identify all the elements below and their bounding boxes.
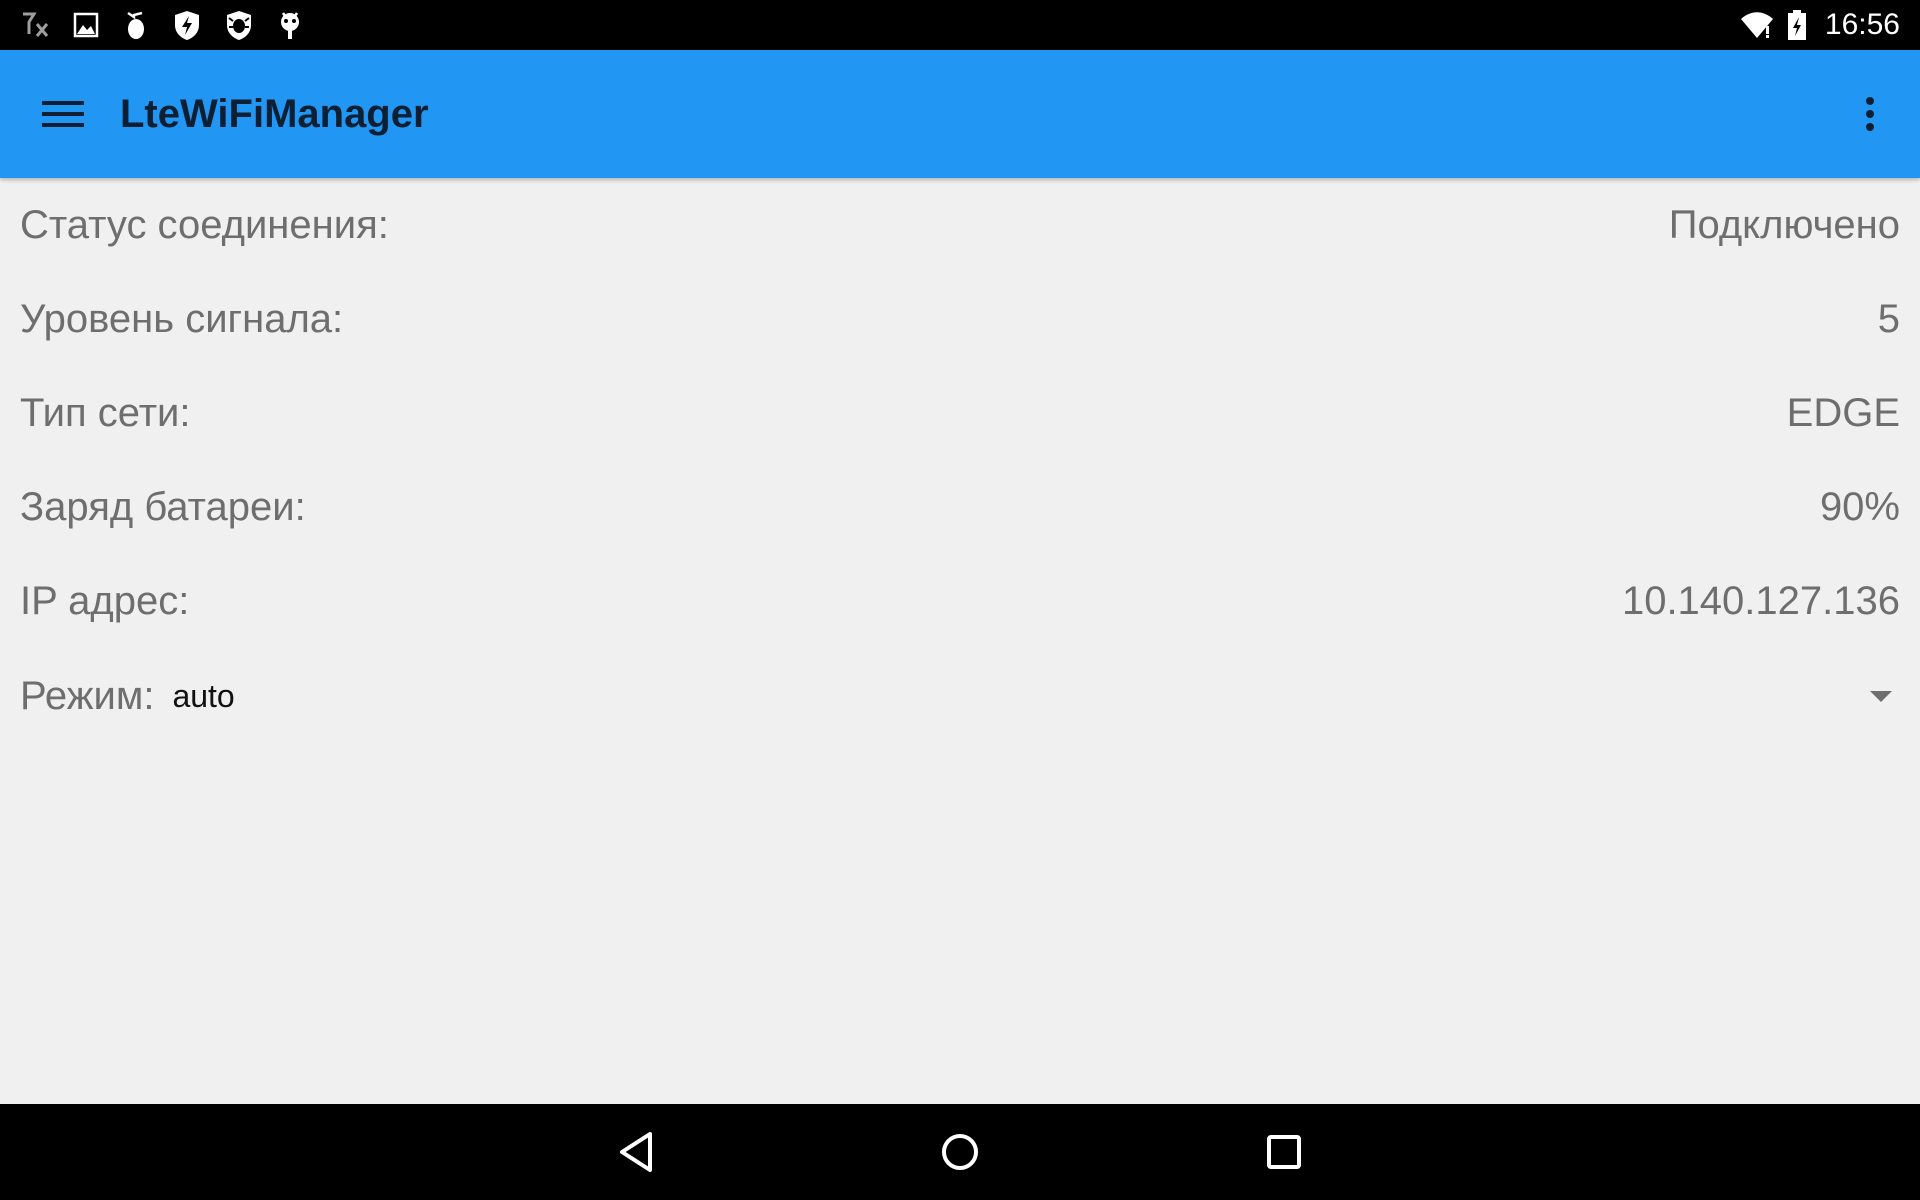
mode-label: Режим:: [20, 673, 155, 718]
navigation-bar: [0, 1104, 1920, 1200]
fire-extinguisher-icon: [122, 9, 150, 41]
signal-level-label: Уровень сигнала:: [20, 296, 344, 341]
notification-icons: [20, 0, 304, 50]
network-type-row: Тип сети: EDGE: [20, 383, 1900, 443]
image-icon: [72, 11, 100, 39]
mode-spinner[interactable]: auto: [172, 666, 1900, 726]
mode-row: Режим: auto: [20, 666, 1900, 726]
screen: 16:56 LteWiFiManager Статус соединения: …: [0, 0, 1920, 1200]
mode-selected-value: auto: [172, 677, 235, 714]
home-button[interactable]: [910, 1104, 1010, 1200]
recents-icon: [1267, 1135, 1301, 1169]
hamburger-menu-icon: [42, 101, 84, 127]
battery-row: Заряд батареи: 90%: [20, 477, 1900, 537]
overflow-menu-button[interactable]: [1840, 80, 1900, 148]
back-button[interactable]: [586, 1104, 686, 1200]
shield-bug-icon: [224, 9, 254, 41]
system-status-icons: 16:56: [1739, 0, 1900, 50]
app-title: LteWiFiManager: [120, 92, 429, 136]
clock: 16:56: [1824, 8, 1900, 41]
wifi-icon: [1739, 11, 1775, 39]
battery-value: 90%: [1819, 484, 1900, 529]
battery-charging-icon: [1787, 9, 1807, 41]
connection-status-label: Статус соединения:: [20, 202, 389, 247]
connection-status-value: Подключено: [1668, 202, 1900, 247]
no-signal-icon: [20, 10, 50, 40]
ip-address-value: 10.140.127.136: [1621, 578, 1900, 623]
network-type-value: EDGE: [1786, 390, 1900, 435]
signal-level-value: 5: [1877, 296, 1900, 341]
signal-level-row: Уровень сигнала: 5: [20, 289, 1900, 349]
robot-icon: [276, 9, 304, 41]
back-icon: [620, 1132, 652, 1172]
shield-bolt-icon: [172, 9, 202, 41]
more-vert-icon: [1866, 97, 1874, 131]
main-content: Статус соединения: Подключено Уровень си…: [0, 178, 1920, 1104]
connection-status-row: Статус соединения: Подключено: [20, 195, 1900, 255]
status-bar: 16:56: [0, 0, 1920, 50]
navigation-menu-button[interactable]: [28, 80, 100, 148]
ip-address-row: IP адрес: 10.140.127.136: [20, 571, 1900, 631]
ip-address-label: IP адрес:: [20, 578, 190, 623]
network-type-label: Тип сети:: [20, 390, 191, 435]
dropdown-arrow-icon: [1870, 690, 1892, 702]
app-bar: LteWiFiManager: [0, 50, 1920, 178]
battery-label: Заряд батареи:: [20, 484, 306, 529]
recents-button[interactable]: [1234, 1104, 1334, 1200]
home-icon: [942, 1134, 978, 1170]
